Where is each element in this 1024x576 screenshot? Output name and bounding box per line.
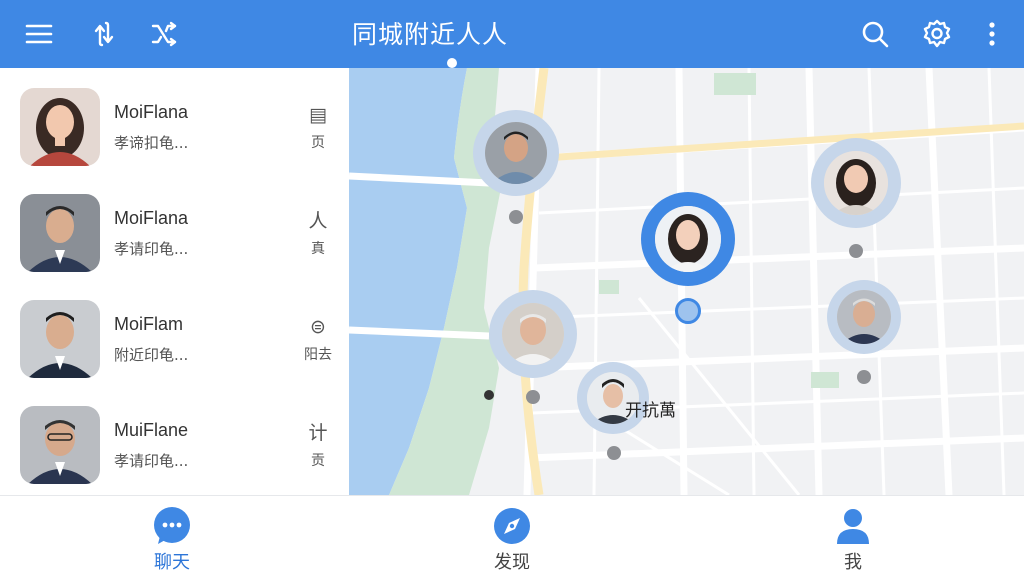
list-item[interactable]: MuiFlane 孝请印龟... 计 贡	[0, 386, 349, 492]
person-glyph-icon[interactable]: 人	[305, 208, 331, 234]
avatar	[20, 406, 100, 484]
contact-name: MuiFlane	[114, 420, 189, 440]
card-icon[interactable]: ▤	[305, 102, 331, 128]
tab-me-label: 我	[844, 552, 862, 573]
user-pin[interactable]	[473, 110, 559, 230]
map-view[interactable]: 开抗萬	[349, 68, 1024, 495]
gear-icon[interactable]	[917, 14, 957, 54]
more-vertical-icon[interactable]	[972, 14, 1012, 54]
tab-chat-label: 聊天	[154, 552, 190, 573]
bottom-navigation: 聊天 发现 我	[0, 495, 1024, 576]
tab-me[interactable]: 我	[793, 496, 913, 576]
top-app-bar: 同城附近人人	[0, 0, 1024, 68]
page-title: 同城附近人人	[351, 20, 508, 49]
shuffle-icon[interactable]	[144, 14, 184, 54]
contact-subtitle: 孝请印龟...	[114, 240, 189, 258]
contact-side-text: 页	[311, 135, 325, 151]
user-pin[interactable]	[811, 138, 901, 260]
avatar	[20, 194, 100, 272]
avatar	[20, 300, 100, 378]
contact-subtitle: 孝谛扣龟...	[114, 134, 189, 152]
avatar	[20, 88, 100, 166]
contact-name: MoiFlam	[114, 314, 184, 334]
chat-icon	[152, 506, 192, 546]
list-item[interactable]: MoiFlana 孝谛扣龟... ▤ 页	[0, 68, 349, 174]
person-icon	[833, 506, 873, 546]
glyph-icon[interactable]: 计	[305, 420, 331, 446]
list-item[interactable]: MoiFlam 附近印龟... ⊜ 阳去	[0, 280, 349, 386]
contact-side-text: 贡	[311, 453, 325, 469]
menu-icon[interactable]	[19, 14, 59, 54]
contact-side-text: 真	[311, 241, 325, 257]
contact-list: MoiFlana 孝谛扣龟... ▤ 页 MoiFlana 孝请印龟... 人 …	[0, 68, 349, 495]
search-icon[interactable]	[855, 14, 895, 54]
circle-glyph-icon[interactable]: ⊜	[305, 314, 331, 340]
list-item[interactable]: MoiFlana 孝请印龟... 人 真	[0, 174, 349, 280]
contact-subtitle: 孝请印龟...	[114, 452, 189, 470]
tab-chat[interactable]: 聊天	[112, 496, 232, 576]
contact-name: MoiFlana	[114, 208, 189, 228]
title-indicator-dot	[447, 58, 457, 68]
contact-side-text: 阳去	[304, 347, 332, 363]
user-pin-selected[interactable]	[641, 192, 735, 324]
compass-icon	[492, 506, 532, 546]
user-pin[interactable]	[827, 280, 901, 384]
contact-name: MoiFlana	[114, 102, 189, 122]
user-pin[interactable]	[489, 290, 577, 406]
tab-discover[interactable]: 发现	[452, 496, 572, 576]
map-pin-label: 开抗萬	[625, 401, 676, 421]
contact-subtitle: 附近印龟...	[114, 346, 189, 364]
sync-icon[interactable]	[84, 14, 124, 54]
tab-discover-label: 发现	[494, 552, 530, 573]
